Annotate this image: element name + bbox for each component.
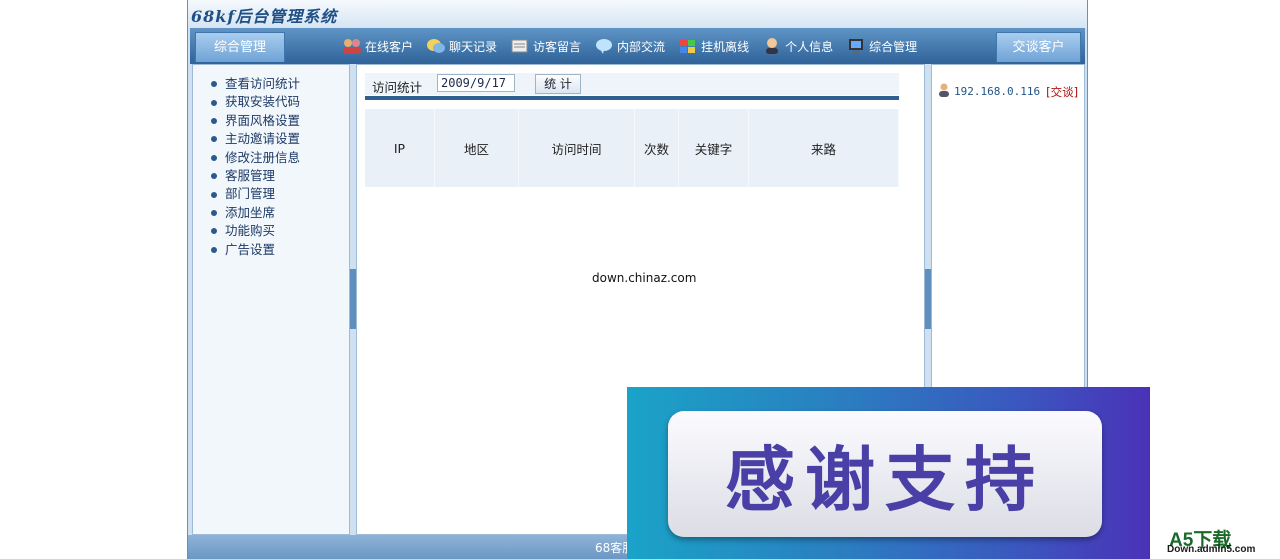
stats-table-header: IP 地区 访问时间 次数 关键字 来路 [365,109,899,187]
online-customers-icon [342,37,362,55]
thanks-banner: 感谢支持 [627,387,1150,559]
nav-item-label: 个人信息 [785,39,834,54]
stats-label: 访问统计 [372,80,423,95]
sidebar: 查看访问统计 获取安装代码 界面风格设置 主动邀请设置 修改注册信息 客服管理 … [192,64,350,535]
sidebar-item-add-seat[interactable]: 添加坐席 [211,204,349,222]
column-header-keyword: 关键字 [679,109,749,187]
bullet-icon [211,154,217,161]
bullet-icon [211,136,217,143]
internal-chat-icon [594,37,614,55]
thanks-banner-text: 感谢支持 [725,438,1045,521]
nav-item-label: 访客留言 [533,39,582,54]
title-bar: 68kf后台管理系统 [188,0,1087,28]
watermark-text: down.chinaz.com [592,271,697,285]
nav-item-chat-record[interactable]: 聊天记录 [426,37,497,55]
sidebar-item-feature-purchase[interactable]: 功能购买 [211,222,349,240]
column-header-visit-time: 访问时间 [519,109,635,187]
nav-item-offline[interactable]: 挂机离线 [678,37,749,55]
sidebar-menu: 查看访问统计 获取安装代码 界面风格设置 主动邀请设置 修改注册信息 客服管理 … [193,65,349,259]
bullet-icon [211,117,217,124]
bullet-icon [211,191,217,198]
nav-item-label: 在线客户 [365,39,414,54]
nav-item-management[interactable]: 综合管理 [846,37,917,55]
sidebar-item-ui-style[interactable]: 界面风格设置 [211,112,349,130]
bullet-icon [211,99,217,106]
sidebar-item-install-code[interactable]: 获取安装代码 [211,93,349,111]
column-header-referrer: 来路 [749,109,899,187]
sidebar-item-department-management[interactable]: 部门管理 [211,185,349,203]
column-header-ip: IP [365,109,435,187]
app-logo-title: 68kf后台管理系统 [191,7,338,26]
personal-info-icon [762,37,782,55]
visitor-ip: 192.168.0.116 [954,85,1041,98]
visitor-message-icon [510,37,530,55]
tab-general-management[interactable]: 综合管理 [195,32,285,62]
nav-item-label: 聊天记录 [449,39,498,54]
bullet-icon [211,228,217,235]
stats-toolbar: 访问统计 2009/9/17 统 计 [365,73,899,95]
bullet-icon [211,209,217,216]
visitor-entry: 192.168.0.116 [交谈] [938,83,1078,100]
sidebar-item-edit-registration[interactable]: 修改注册信息 [211,149,349,167]
nav-item-online-customers[interactable]: 在线客户 [342,37,413,55]
column-header-region: 地区 [435,109,519,187]
management-icon [846,37,866,55]
nav-items: 在线客户 聊天记录 访客留言 内部交流 挂机离线 个人信息 综合管理 [342,28,930,64]
site-logo: A5下载 Down.admin5.com [1167,525,1277,559]
sidebar-item-staff-management[interactable]: 客服管理 [211,167,349,185]
tab-chat-customers[interactable]: 交谈客户 [996,32,1081,62]
bullet-icon [211,246,217,253]
divider [365,96,899,100]
nav-item-internal-chat[interactable]: 内部交流 [594,37,665,55]
sidebar-item-ad-settings[interactable]: 广告设置 [211,241,349,259]
nav-item-label: 内部交流 [617,39,666,54]
user-icon [938,83,950,100]
sidebar-item-visit-stats[interactable]: 查看访问统计 [211,75,349,93]
site-logo-sub: Down.admin5.com [1167,544,1256,555]
date-field[interactable]: 2009/9/17 [437,74,515,92]
thanks-banner-card: 感谢支持 [668,411,1102,537]
top-nav-bar: 综合管理 在线客户 聊天记录 访客留言 内部交流 挂机离线 个人信息 综合管理 … [190,28,1085,64]
nav-item-label: 挂机离线 [701,39,750,54]
bullet-icon [211,173,217,180]
stats-button[interactable]: 统 计 [535,74,581,94]
column-header-count: 次数 [635,109,679,187]
nav-item-label: 综合管理 [869,39,918,54]
offline-icon [678,37,698,55]
nav-item-personal-info[interactable]: 个人信息 [762,37,833,55]
bullet-icon [211,81,217,88]
chat-link[interactable]: [交谈] [1046,84,1078,100]
sidebar-item-invite-settings[interactable]: 主动邀请设置 [211,130,349,148]
chat-record-icon [426,37,446,55]
nav-item-visitor-message[interactable]: 访客留言 [510,37,581,55]
